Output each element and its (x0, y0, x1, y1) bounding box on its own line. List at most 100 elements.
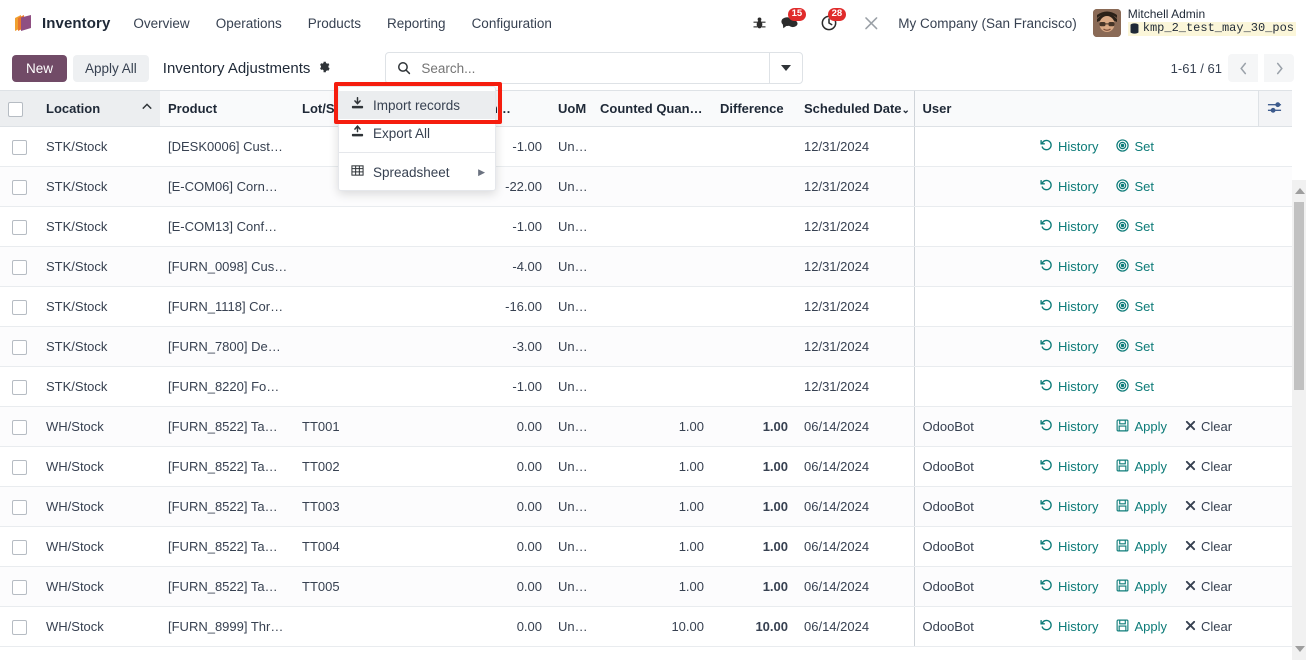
messages-icon[interactable]: 15 (774, 8, 807, 38)
row-checkbox[interactable] (11, 339, 27, 355)
menu-reporting[interactable]: Reporting (374, 10, 459, 37)
row-select-cell[interactable] (0, 446, 38, 487)
row-select-cell[interactable] (0, 406, 38, 447)
menu-overview[interactable]: Overview (120, 10, 202, 37)
row-select-cell[interactable] (0, 246, 38, 287)
cell-counted-quantity[interactable] (592, 366, 712, 407)
row-action-set[interactable]: Set (1116, 138, 1154, 155)
table-row[interactable]: STK/Stock [FURN_7800] De… -3.00 Un… 12/31/20… (0, 326, 1292, 367)
table-row[interactable]: STK/Stock [FURN_8220] Fo… -1.00 Un… 12/31/20… (0, 366, 1292, 407)
row-action-apply[interactable]: Apply (1116, 419, 1167, 435)
row-action-history[interactable]: History (1040, 179, 1098, 195)
cell-counted-quantity[interactable]: 10.00 (592, 606, 712, 647)
row-checkbox[interactable] (11, 499, 27, 515)
cell-counted-quantity[interactable]: 1.00 (592, 406, 712, 447)
row-action-history[interactable]: History (1040, 419, 1098, 435)
row-action-set[interactable]: Set (1116, 218, 1154, 235)
table-row[interactable]: WH/Stock [FURN_8999] Thr… 0.00 Un… 10.00 10.0… (0, 606, 1292, 647)
bug-icon[interactable] (744, 8, 774, 38)
row-action-clear[interactable]: Clear (1185, 539, 1232, 554)
select-all-checkbox[interactable] (8, 101, 23, 117)
row-action-clear[interactable]: Clear (1185, 499, 1232, 514)
column-options-icon[interactable] (1257, 90, 1292, 127)
column-header-scheduled-date[interactable]: Scheduled Date⌄ (796, 90, 914, 127)
row-action-history[interactable]: History (1040, 499, 1098, 515)
row-action-history[interactable]: History (1040, 579, 1098, 595)
tools-icon[interactable] (856, 8, 886, 38)
vertical-scrollbar[interactable] (1292, 180, 1306, 660)
search-bar[interactable] (385, 52, 804, 84)
row-checkbox[interactable] (11, 619, 27, 635)
cell-counted-quantity[interactable] (592, 326, 712, 367)
scroll-up-arrow-icon[interactable] (1295, 188, 1305, 194)
row-action-apply[interactable]: Apply (1116, 539, 1167, 555)
row-action-history[interactable]: History (1040, 259, 1098, 275)
row-checkbox[interactable] (11, 579, 27, 595)
menu-configuration[interactable]: Configuration (459, 10, 565, 37)
row-select-cell[interactable] (0, 286, 38, 327)
row-action-set[interactable]: Set (1116, 258, 1154, 275)
row-checkbox[interactable] (11, 539, 27, 555)
apply-all-button[interactable]: Apply All (73, 54, 149, 82)
cell-counted-quantity[interactable]: 1.00 (592, 566, 712, 607)
row-action-history[interactable]: History (1040, 339, 1098, 355)
cell-counted-quantity[interactable] (592, 166, 712, 207)
row-action-set[interactable]: Set (1116, 178, 1154, 195)
row-action-history[interactable]: History (1040, 139, 1098, 155)
column-header-uom[interactable]: UoM (550, 90, 592, 127)
row-action-history[interactable]: History (1040, 459, 1098, 475)
column-header-product[interactable]: Product (160, 90, 294, 127)
chevron-right-icon[interactable] (1264, 54, 1294, 82)
row-action-clear[interactable]: Clear (1185, 459, 1232, 474)
row-action-set[interactable]: Set (1116, 298, 1154, 315)
row-select-cell[interactable] (0, 166, 38, 207)
row-select-cell[interactable] (0, 206, 38, 247)
row-select-cell[interactable] (0, 326, 38, 367)
row-action-apply[interactable]: Apply (1116, 579, 1167, 595)
search-input[interactable] (419, 59, 770, 77)
column-header-user[interactable]: User (913, 90, 1032, 127)
table-row[interactable]: WH/Stock [FURN_8522] Ta… TT001 0.00 Un… 1.00 1… (0, 406, 1292, 447)
row-select-cell[interactable] (0, 366, 38, 407)
table-row[interactable]: WH/Stock [FURN_8522] Ta… TT004 0.00 Un… 1.00 1… (0, 526, 1292, 567)
row-checkbox[interactable] (11, 419, 27, 435)
column-header-counted[interactable]: Counted Quan… (592, 90, 712, 127)
table-row[interactable]: WH/Stock [FURN_8522] Ta… TT005 0.00 Un… 1.00 1… (0, 566, 1292, 607)
row-action-apply[interactable]: Apply (1116, 499, 1167, 515)
scrollbar-thumb[interactable] (1294, 202, 1304, 390)
row-checkbox[interactable] (11, 379, 27, 395)
row-select-cell[interactable] (0, 526, 38, 567)
menu-item-import-records[interactable]: Import records (339, 91, 495, 119)
row-checkbox[interactable] (11, 179, 27, 195)
row-action-history[interactable]: History (1040, 219, 1098, 235)
menu-products[interactable]: Products (295, 10, 374, 37)
row-checkbox[interactable] (11, 299, 27, 315)
table-row[interactable]: STK/Stock [E-COM13] Conf… -1.00 Un… 12/31/20… (0, 206, 1292, 247)
new-button[interactable]: New (12, 54, 68, 82)
table-row[interactable]: STK/Stock [FURN_1118] Cor… -16.00 Un… 12/31/… (0, 286, 1292, 327)
gear-icon[interactable] (317, 60, 331, 77)
cell-counted-quantity[interactable]: 1.00 (592, 446, 712, 487)
row-action-clear[interactable]: Clear (1185, 419, 1232, 434)
menu-item-export-all[interactable]: Export All (339, 119, 495, 147)
user-menu[interactable]: Mitchell Admin kmp_2_test_may_30_pos (1089, 7, 1296, 38)
company-selector[interactable]: My Company (San Francisco) (886, 16, 1089, 31)
row-select-cell[interactable] (0, 126, 38, 167)
table-row[interactable]: WH/Stock [FURN_8522] Ta… TT002 0.00 Un… 1.00 1… (0, 446, 1292, 487)
row-select-cell[interactable] (0, 606, 38, 647)
row-action-clear[interactable]: Clear (1185, 579, 1232, 594)
scroll-down-arrow-icon[interactable] (1295, 646, 1305, 652)
row-action-apply[interactable]: Apply (1116, 459, 1167, 475)
table-row[interactable]: WH/Stock [FURN_8522] Ta… TT003 0.00 Un… 1.00 1… (0, 486, 1292, 527)
table-row[interactable]: STK/Stock [DESK0006] Cust… -1.00 Un… 12/31/2… (0, 126, 1292, 167)
row-action-set[interactable]: Set (1116, 338, 1154, 355)
row-action-apply[interactable]: Apply (1116, 619, 1167, 635)
row-action-set[interactable]: Set (1116, 378, 1154, 395)
column-header-location[interactable]: Location (38, 90, 160, 127)
row-checkbox[interactable] (11, 219, 27, 235)
cell-counted-quantity[interactable] (592, 126, 712, 167)
row-checkbox[interactable] (11, 139, 27, 155)
table-row[interactable]: STK/Stock [E-COM06] Corn… -22.00 Un… 12/31/2… (0, 166, 1292, 207)
chevron-down-icon[interactable] (769, 53, 802, 83)
column-header-difference[interactable]: Difference (712, 90, 796, 127)
